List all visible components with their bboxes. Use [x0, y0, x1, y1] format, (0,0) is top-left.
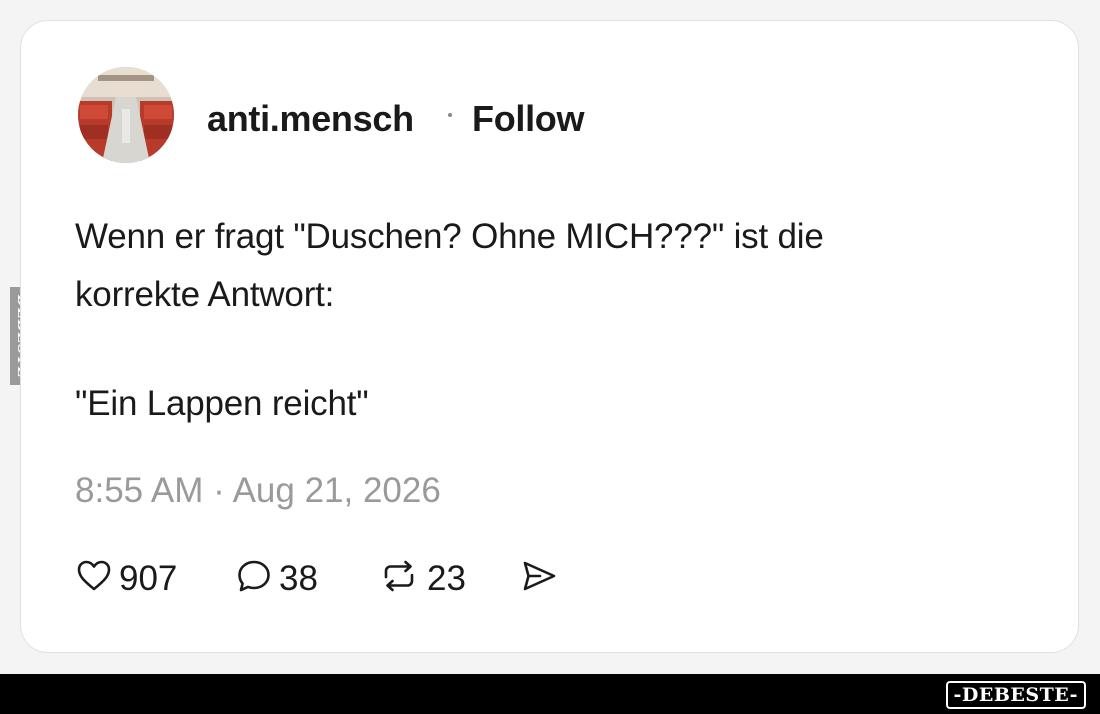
comment-button[interactable]: 38: [235, 557, 318, 599]
bottom-watermark: -DEBESTE-: [945, 681, 1086, 709]
page: DEBESTE anti.mensch Follow Wenn er fragt…: [0, 0, 1100, 714]
avatar-image: [78, 67, 174, 163]
share-button[interactable]: [519, 557, 559, 599]
username[interactable]: anti.mensch: [207, 101, 414, 137]
comment-count: 38: [279, 558, 318, 598]
like-count: 907: [119, 558, 178, 598]
post-text-line: Wenn er fragt "Duschen? Ohne MICH???" is…: [75, 217, 824, 256]
post-text-line: korrekte Antwort:: [75, 275, 335, 314]
repost-count: 23: [427, 558, 466, 598]
separator-dot: [448, 113, 452, 117]
footer-bar: -DEBESTE-: [0, 674, 1100, 714]
like-button[interactable]: 907: [75, 557, 177, 599]
speech-bubble-icon: [235, 557, 273, 600]
heart-icon: [75, 557, 113, 600]
post-timestamp[interactable]: 8:55 AM · Aug 21, 2026: [75, 473, 441, 508]
post-text-line: "Ein Lappen reicht": [75, 384, 369, 423]
repost-button[interactable]: 23: [377, 557, 466, 599]
send-icon: [519, 557, 559, 600]
repost-arrows-icon: [377, 557, 421, 600]
post-card: anti.mensch Follow Wenn er fragt "Dusche…: [20, 20, 1079, 653]
follow-button[interactable]: Follow: [472, 101, 584, 137]
avatar[interactable]: [78, 67, 174, 163]
